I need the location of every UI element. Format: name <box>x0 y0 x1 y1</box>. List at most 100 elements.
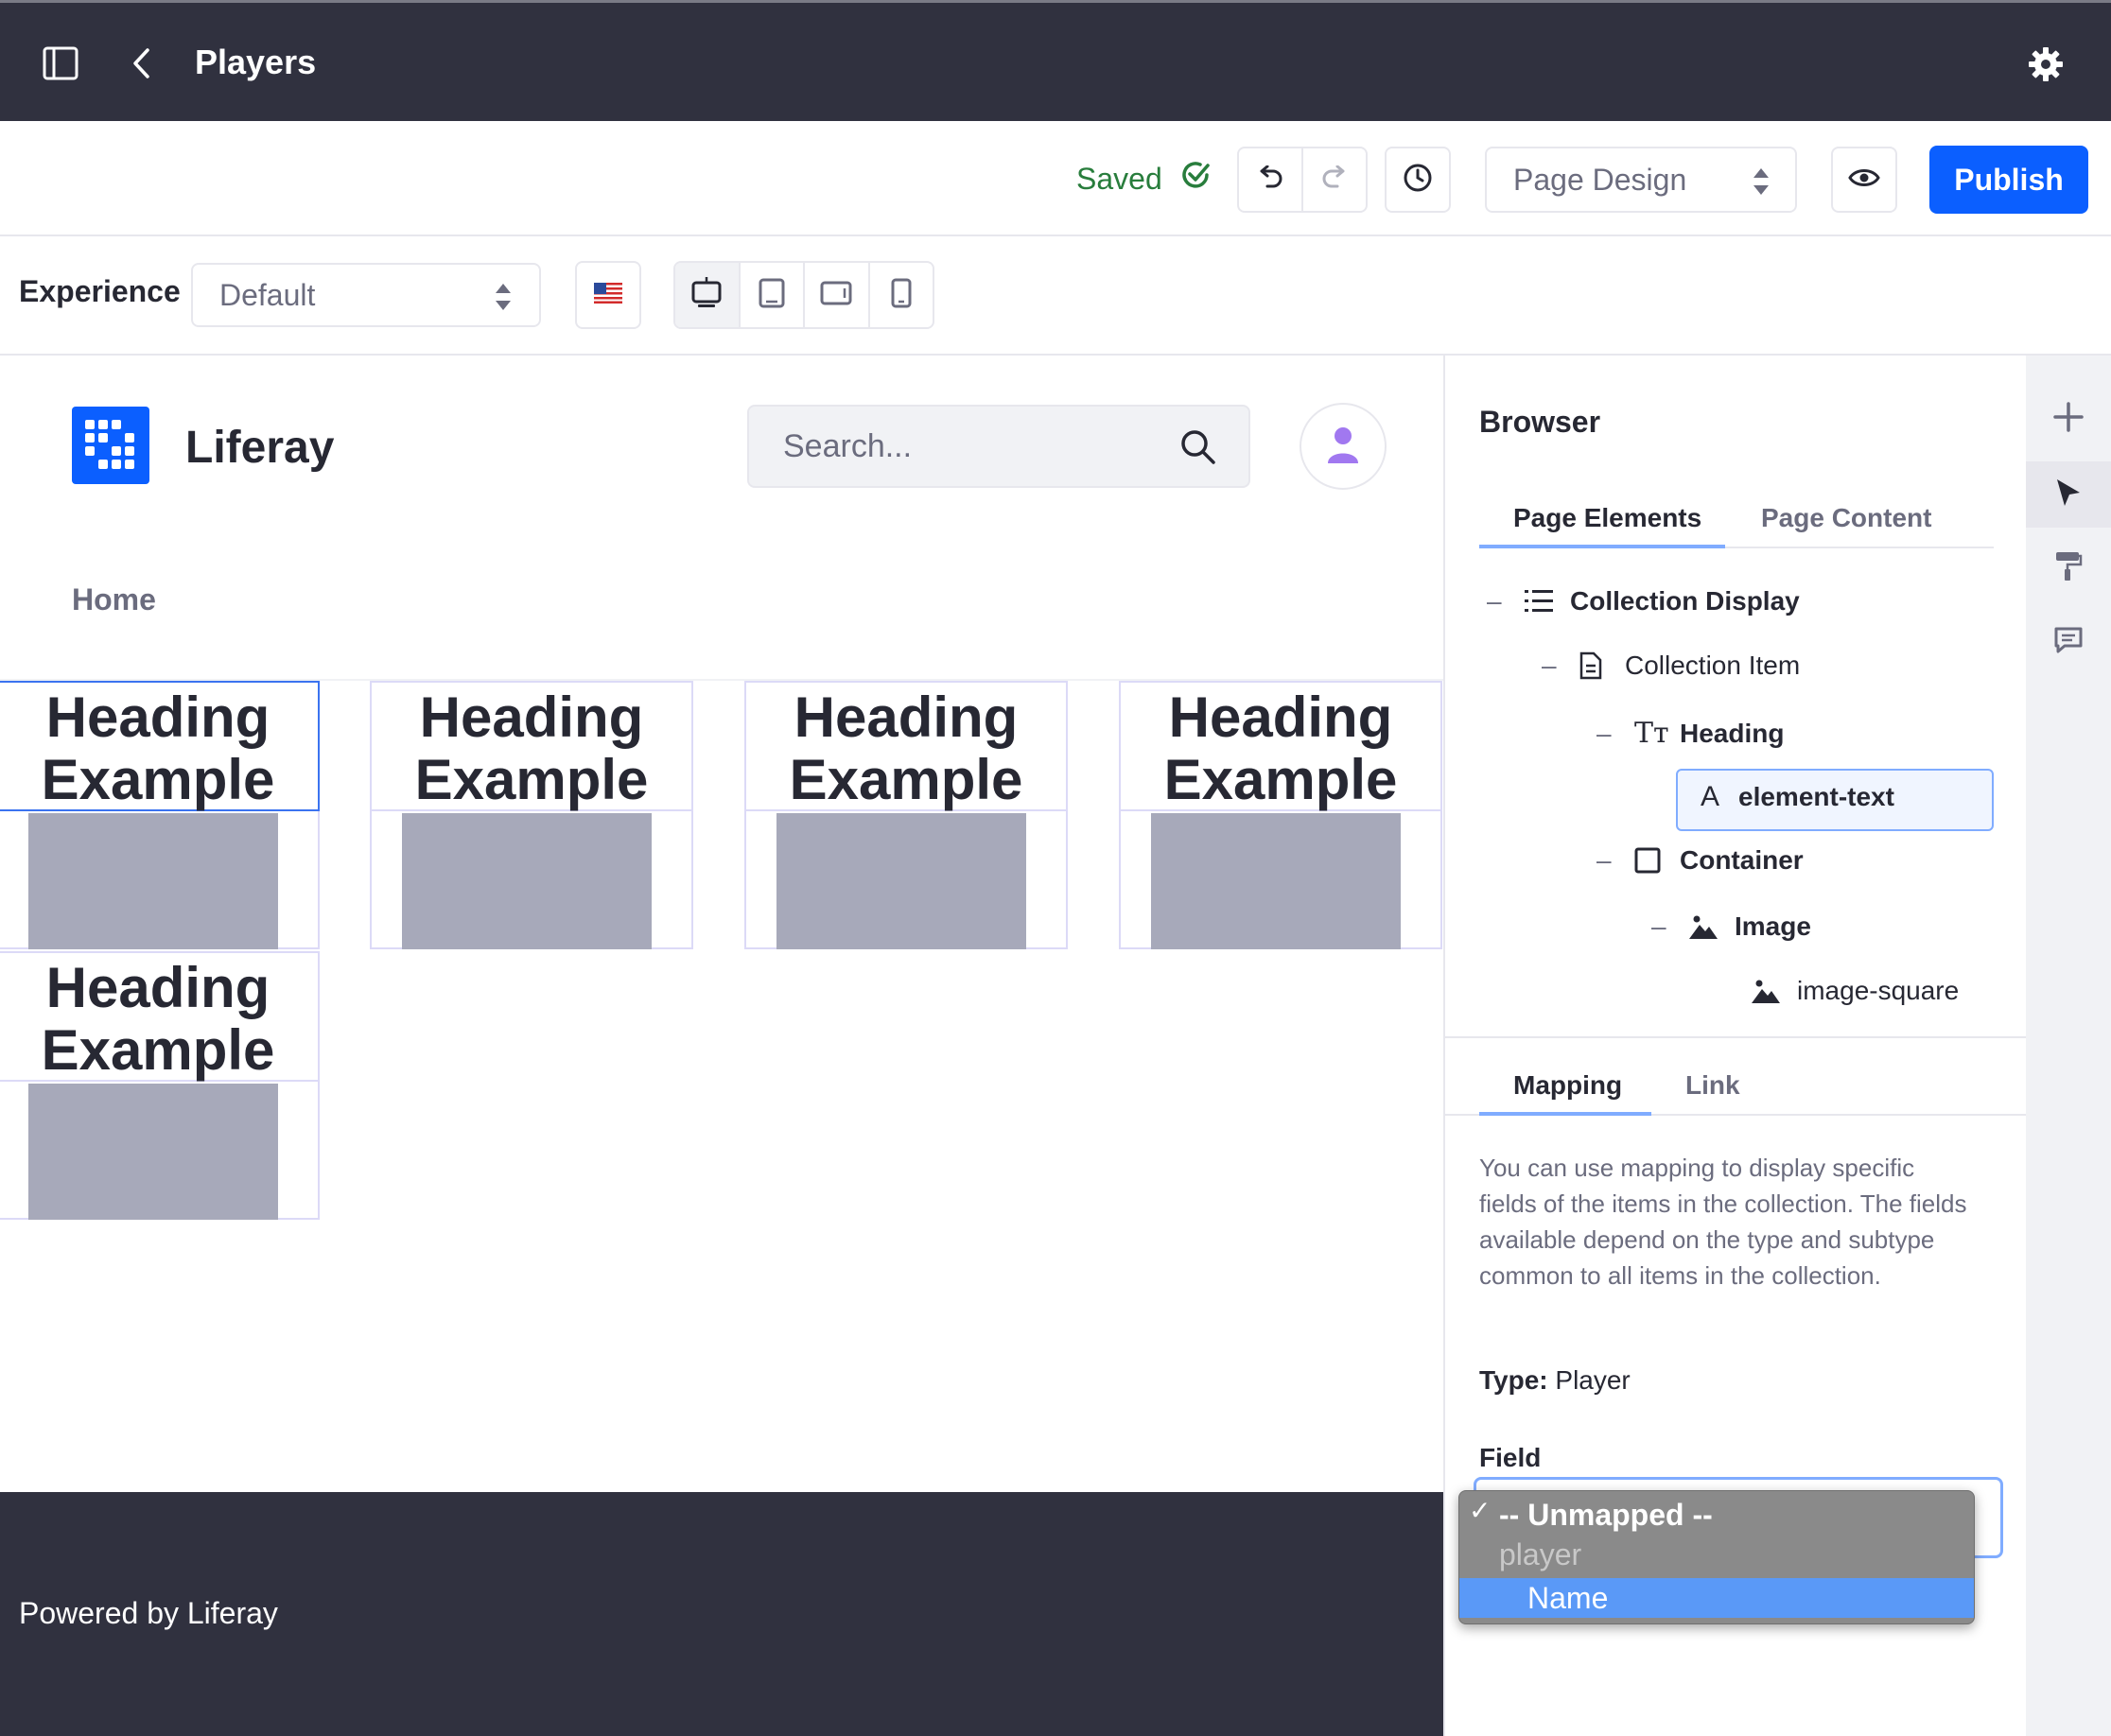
image-placeholder[interactable] <box>402 813 652 949</box>
mode-select[interactable]: Page Design <box>1485 147 1797 213</box>
tree-label: Heading <box>1680 718 1785 748</box>
device-switcher <box>673 261 934 329</box>
collapse-icon[interactable]: – <box>1542 651 1579 681</box>
undo-button[interactable] <box>1239 148 1301 211</box>
plus-icon <box>2053 401 2084 437</box>
tab-link[interactable]: Link <box>1685 1070 1740 1101</box>
user-icon <box>1327 425 1359 468</box>
desktop-icon <box>691 276 722 314</box>
us-flag-icon <box>594 282 622 308</box>
tree-item-container[interactable]: – Container <box>1596 845 1804 876</box>
saved-label: Saved <box>1076 161 1162 196</box>
image-placeholder[interactable] <box>1151 813 1401 949</box>
mapping-description: You can use mapping to display specific … <box>1479 1154 1967 1290</box>
liferay-logo[interactable] <box>72 407 149 484</box>
phone-icon <box>891 278 912 313</box>
image-placeholder[interactable] <box>28 813 278 949</box>
tree-item-image[interactable]: – Image <box>1651 911 1811 942</box>
search-placeholder: Search... <box>783 427 913 464</box>
control-menu: Players <box>0 0 2111 121</box>
page-design-options-button[interactable] <box>2026 535 2111 601</box>
type-info: Type: Player <box>1479 1365 1631 1396</box>
add-fragments-button[interactable] <box>2026 386 2111 452</box>
select-arrows-icon <box>494 281 513 321</box>
tab-page-content[interactable]: Page Content <box>1761 503 1931 533</box>
type-value: Player <box>1555 1365 1631 1395</box>
collapse-icon[interactable]: – <box>1596 845 1634 876</box>
phone-landscape-icon <box>820 281 852 310</box>
saved-status: Saved <box>1076 159 1212 199</box>
gear-icon[interactable] <box>2028 46 2064 87</box>
tree-item-collection-display[interactable]: – Collection Display <box>1487 586 1800 616</box>
image-placeholder[interactable] <box>776 813 1026 949</box>
preview-button[interactable] <box>1831 147 1897 213</box>
tree-label: Image <box>1735 911 1811 941</box>
image-placeholder[interactable] <box>28 1084 278 1220</box>
search-icon[interactable] <box>1180 429 1216 474</box>
publish-button[interactable]: Publish <box>1929 146 2088 214</box>
heading-fragment[interactable]: Heading Example <box>0 953 318 1082</box>
heading-fragment[interactable]: Heading Example <box>746 683 1066 811</box>
collection-item[interactable]: Heading Example <box>0 951 320 1220</box>
comments-button[interactable] <box>2026 609 2111 675</box>
language-button[interactable] <box>575 261 641 329</box>
tree-item-image-square[interactable]: image-square <box>1752 976 1959 1006</box>
experience-bar: Experience Default <box>0 236 2111 356</box>
dropdown-group-label: player <box>1499 1536 1582 1571</box>
collapse-icon[interactable]: – <box>1596 719 1634 749</box>
check-circle-icon <box>1179 159 1212 199</box>
site-name: Liferay <box>185 423 335 473</box>
tree-item-element-text[interactable]: A element-text <box>1701 781 1894 813</box>
back-arrow-icon[interactable] <box>131 46 153 85</box>
page-footer: Powered by Liferay <box>0 1492 1443 1736</box>
paint-roller-icon <box>2054 550 2083 587</box>
field-label: Field <box>1479 1443 1542 1472</box>
user-avatar[interactable] <box>1300 403 1387 490</box>
browser-tab-button[interactable] <box>2026 461 2111 528</box>
tab-page-elements[interactable]: Page Elements <box>1513 503 1701 533</box>
dropdown-option-unmapped[interactable]: -- Unmapped -- <box>1459 1495 1974 1535</box>
tree-item-heading[interactable]: – Tт Heading <box>1596 717 1784 750</box>
panel-title: Browser <box>1479 405 1601 439</box>
text-icon: Tт <box>1634 717 1669 750</box>
tree-label: Collection Display <box>1570 586 1800 616</box>
collection-item[interactable]: Heading Example <box>0 681 320 949</box>
tab-mapping[interactable]: Mapping <box>1513 1070 1622 1101</box>
tablet-view-button[interactable] <box>738 263 804 327</box>
page-title: Players <box>195 43 317 81</box>
tree-label: element-text <box>1738 782 1894 811</box>
sidebar-toggle-icon[interactable] <box>42 44 79 87</box>
experience-select-value: Default <box>219 277 316 312</box>
tab-active-indicator <box>1479 1112 1651 1116</box>
text-a-icon: A <box>1701 781 1720 812</box>
history-button[interactable] <box>1385 147 1451 213</box>
eye-icon <box>1848 166 1880 194</box>
tree-label: image-square <box>1797 976 1960 1005</box>
heading-fragment[interactable]: Heading Example <box>372 683 691 811</box>
experience-select[interactable]: Default <box>191 263 541 327</box>
heading-fragment[interactable]: Heading Example <box>0 681 320 811</box>
collection-item[interactable]: Heading Example <box>370 681 693 949</box>
collection-item[interactable]: Heading Example <box>1119 681 1442 949</box>
sidebar-tabs <box>2026 356 2111 1736</box>
nav-item-home[interactable]: Home <box>72 582 156 617</box>
image-icon <box>1689 914 1735 939</box>
select-arrows-icon <box>1752 165 1771 205</box>
collapse-icon[interactable]: – <box>1487 586 1525 616</box>
footer-text: Powered by Liferay <box>19 1596 278 1630</box>
experience-label: Experience <box>19 274 181 308</box>
dropdown-option-name[interactable]: Name <box>1459 1578 1974 1618</box>
desktop-view-button[interactable] <box>675 263 739 327</box>
editor-toolbar: Saved Page Design Publish <box>0 121 2111 236</box>
collection-item[interactable]: Heading Example <box>744 681 1068 949</box>
mobile-view-button[interactable] <box>867 263 933 327</box>
heading-fragment[interactable]: Heading Example <box>1121 683 1440 811</box>
redo-button[interactable] <box>1301 148 1366 211</box>
tablet-icon <box>759 278 785 313</box>
search-input[interactable]: Search... <box>747 405 1250 488</box>
landscape-view-button[interactable] <box>803 263 868 327</box>
image-icon <box>1752 979 1797 1003</box>
tree-item-collection-item[interactable]: – Collection Item <box>1542 651 1800 681</box>
undo-icon <box>1256 165 1284 195</box>
collapse-icon[interactable]: – <box>1651 911 1689 942</box>
